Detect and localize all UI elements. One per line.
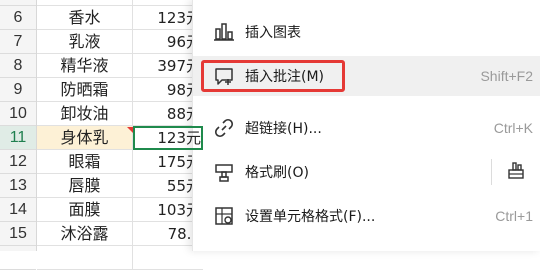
row-number[interactable]: 7 <box>0 30 36 54</box>
cell-product[interactable]: 防晒霜 <box>37 78 133 102</box>
menu-item-label: 插入图表 <box>245 25 301 41</box>
shortcut-label: Ctrl+1 <box>495 208 533 224</box>
row-number[interactable]: 15 <box>0 222 36 246</box>
shortcut-label: Shift+F2 <box>480 68 533 84</box>
format-painter-icon <box>215 164 233 182</box>
menu-item-format-painter[interactable]: 格式刷(O) <box>193 152 540 192</box>
menu-item-hyperlink[interactable]: 超链接(H)... Ctrl+K <box>193 108 540 148</box>
cell-product[interactable]: 精华液 <box>37 54 133 78</box>
cell-product[interactable]: 乳液 <box>37 30 133 54</box>
row-number[interactable]: 6 <box>0 6 36 30</box>
row-number[interactable]: 10 <box>0 102 36 126</box>
menu-item-label: 超链接(H)... <box>245 121 322 137</box>
cell-product[interactable]: 卸妆油 <box>37 102 133 126</box>
shortcut-label: Ctrl+K <box>493 120 533 136</box>
menu-item-insert-chart[interactable]: 插入图表 <box>193 12 540 52</box>
row-number[interactable]: 13 <box>0 174 36 198</box>
row-number-selected[interactable]: 11 <box>0 126 36 150</box>
chart-icon <box>214 23 234 41</box>
cell-product[interactable]: 香水 <box>37 6 133 30</box>
cell-product-selected[interactable]: 身体乳 <box>37 126 133 150</box>
row-number[interactable]: 12 <box>0 150 36 174</box>
cell-product[interactable]: 眼霜 <box>37 150 133 174</box>
menu-item-format-cells[interactable]: 设置单元格格式(F)... Ctrl+1 <box>193 196 540 236</box>
cell-settings-icon <box>215 207 233 225</box>
menu-item-insert-comment[interactable]: 插入批注(M) Shift+F2 <box>193 56 540 96</box>
row-number[interactable] <box>0 246 36 270</box>
menu-item-label: 插入批注(M) <box>245 69 325 85</box>
context-menu: 插入图表 插入批注(M) Shift+F2 超链接(H)... Ctrl+K 格… <box>192 0 540 251</box>
cell-product[interactable] <box>37 246 133 270</box>
cell-product[interactable]: 沐浴露 <box>37 222 133 246</box>
link-icon <box>214 118 234 138</box>
menu-item-label: 格式刷(O) <box>245 165 309 181</box>
row-number[interactable]: 9 <box>0 78 36 102</box>
menu-item-label: 设置单元格格式(F)... <box>245 209 376 225</box>
cell-product[interactable]: 面膜 <box>37 198 133 222</box>
comment-add-icon <box>215 68 233 85</box>
row-number[interactable]: 14 <box>0 198 36 222</box>
row-number[interactable]: 8 <box>0 54 36 78</box>
active-cell[interactable]: 123元 <box>133 126 203 150</box>
format-painter-lock-icon[interactable] <box>505 160 529 184</box>
separator <box>491 159 492 185</box>
cell-product[interactable]: 唇膜 <box>37 174 133 198</box>
